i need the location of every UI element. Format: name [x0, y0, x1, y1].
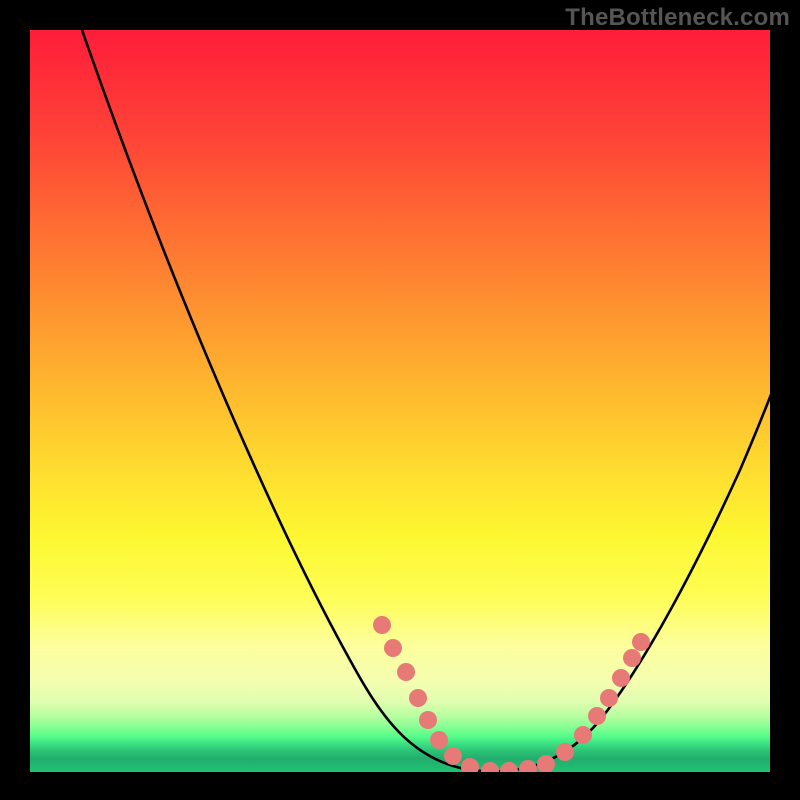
- chart-container: TheBottleneck.com: [0, 0, 800, 800]
- watermark-text: TheBottleneck.com: [565, 4, 790, 32]
- plot-background: [30, 30, 770, 772]
- bottleneck-chart: [0, 0, 800, 800]
